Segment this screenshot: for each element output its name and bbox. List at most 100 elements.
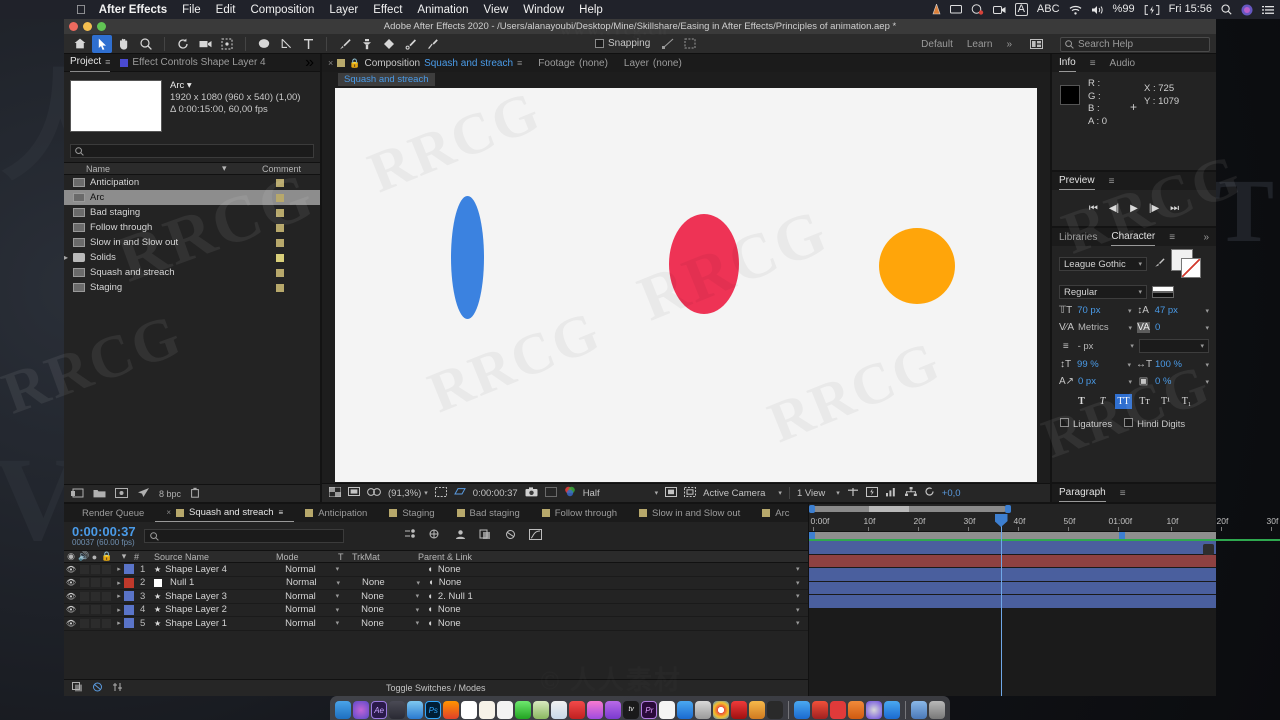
- pen-tool-icon[interactable]: [276, 35, 296, 53]
- zoom-tool-icon[interactable]: [136, 35, 156, 53]
- tab-render-queue[interactable]: Render Queue: [71, 508, 155, 519]
- layer-trkmat-dropdown[interactable]: None ▾: [361, 618, 427, 629]
- ligatures-checkbox[interactable]: Ligatures: [1060, 418, 1112, 430]
- pickwhip-icon[interactable]: ◖: [427, 604, 433, 615]
- character-panel-more-chevron[interactable]: »: [1203, 232, 1209, 243]
- close-icon[interactable]: ×: [328, 58, 333, 68]
- layer-label-color[interactable]: [124, 577, 134, 588]
- news-icon[interactable]: [569, 701, 586, 719]
- tab-preview[interactable]: Preview: [1059, 172, 1095, 190]
- tsume-field[interactable]: 0 % ▾: [1155, 376, 1209, 387]
- downloads-folder-icon[interactable]: [910, 701, 927, 719]
- lock-icon[interactable]: 🔒: [349, 58, 360, 69]
- viewer-timecode[interactable]: 0:00:00:37: [473, 488, 518, 499]
- transparency-icon[interactable]: [684, 486, 697, 500]
- subscript-icon[interactable]: T₁: [1178, 394, 1195, 409]
- fill-stroke-swatches[interactable]: [1171, 249, 1205, 279]
- timeline-ruler[interactable]: 0:00f 10f 20f 30f 40f 50f 01:00f 10f 20f…: [808, 514, 1278, 532]
- layer-label-color[interactable]: [124, 604, 134, 615]
- tab-follow-through[interactable]: Follow through: [531, 508, 628, 519]
- vertical-scale-field[interactable]: 99 % ▾: [1077, 359, 1131, 370]
- battery-charging-icon[interactable]: [1144, 4, 1160, 15]
- clone-stamp-tool-icon[interactable]: [357, 35, 377, 53]
- bit-depth-label[interactable]: 8 bpc: [159, 489, 181, 499]
- trash-icon[interactable]: [928, 701, 945, 719]
- eye-icon[interactable]: 👁: [64, 565, 78, 574]
- eye-icon[interactable]: 👁: [64, 592, 78, 601]
- list-item[interactable]: ▸ Solids: [64, 250, 320, 265]
- stroke-color-swatch[interactable]: [1181, 258, 1201, 278]
- column-t[interactable]: T: [338, 552, 352, 562]
- close-icon[interactable]: ×: [166, 508, 171, 517]
- font-family-dropdown[interactable]: League Gothic ▾: [1059, 257, 1147, 271]
- tab-libraries[interactable]: Libraries: [1059, 232, 1097, 243]
- telegram2-icon[interactable]: [884, 701, 901, 719]
- views-dropdown[interactable]: 1 View ▾: [797, 488, 840, 499]
- panel-menu-icon[interactable]: ≡: [1120, 488, 1126, 499]
- layer-label-color[interactable]: [124, 618, 134, 629]
- tab-slow-in-slow-out[interactable]: Slow in and Slow out: [628, 508, 751, 519]
- opera-icon[interactable]: [731, 701, 748, 719]
- snapping-checkbox[interactable]: [595, 39, 604, 48]
- layer-trkmat-dropdown[interactable]: None ▾: [361, 591, 427, 602]
- whatsapp-icon[interactable]: [812, 701, 829, 719]
- breadcrumb-item[interactable]: Squash and streach: [338, 72, 435, 86]
- layer-parent-dropdown[interactable]: ◖ None ▾: [427, 618, 807, 629]
- timeline-search-input[interactable]: [143, 529, 344, 543]
- maps-icon[interactable]: [533, 701, 550, 719]
- list-item[interactable]: Anticipation: [64, 175, 320, 190]
- row-switch-cells[interactable]: [78, 578, 114, 588]
- layer-name[interactable]: Shape Layer 1: [165, 618, 285, 629]
- camera-tool-icon[interactable]: [195, 35, 215, 53]
- snapping-toggle[interactable]: Snapping: [595, 38, 650, 49]
- red-ellipse-shape[interactable]: [669, 213, 739, 314]
- tab-effect-controls[interactable]: Effect Controls Shape Layer 4: [120, 57, 266, 68]
- list-item[interactable]: Staging: [64, 280, 320, 295]
- expand-arr-icon[interactable]: ▸: [114, 606, 124, 614]
- tab-info[interactable]: Info: [1059, 54, 1076, 72]
- reminders-icon[interactable]: [497, 701, 514, 719]
- list-item[interactable]: Slow in and Slow out: [64, 235, 320, 250]
- table-row[interactable]: 👁 ▸ 4 ★ Shape Layer 2 Normal ▾ None ▾ ◖ …: [64, 604, 808, 617]
- label-color-tag[interactable]: [276, 268, 284, 277]
- label-color-tag[interactable]: [276, 178, 284, 187]
- premiere-pro-icon[interactable]: Pr: [641, 701, 658, 719]
- menu-item-edit[interactable]: Edit: [216, 4, 236, 16]
- blue-ellipse-shape[interactable]: [451, 195, 484, 319]
- safari-icon[interactable]: [407, 701, 424, 719]
- tab-arc[interactable]: Arc: [751, 508, 800, 519]
- tab-audio[interactable]: Audio: [1110, 58, 1136, 69]
- label-color-tag[interactable]: [276, 208, 284, 217]
- layer-name[interactable]: Shape Layer 2: [165, 604, 285, 615]
- wifi-icon[interactable]: [1069, 5, 1082, 15]
- fast-previews-icon[interactable]: [865, 486, 878, 500]
- scrollbar-right-handle[interactable]: [1004, 505, 1011, 513]
- project-search-input[interactable]: [70, 144, 314, 158]
- eye-icon[interactable]: 👁: [64, 605, 78, 614]
- itunes-icon[interactable]: [587, 701, 604, 719]
- play-icon[interactable]: ▶: [1130, 203, 1138, 214]
- small-caps-icon[interactable]: Tᴛ: [1136, 394, 1153, 409]
- work-area-start-handle[interactable]: [808, 532, 815, 539]
- menu-item-effect[interactable]: Effect: [373, 4, 402, 16]
- toggle-transparency-grid-icon[interactable]: [328, 486, 342, 500]
- layer-parent-dropdown[interactable]: ◖ None ▾: [427, 604, 807, 615]
- label-color-tag[interactable]: [276, 283, 284, 292]
- menu-item-animation[interactable]: Animation: [417, 4, 468, 16]
- font-style-dropdown[interactable]: Regular ▾: [1059, 285, 1147, 299]
- layer-name[interactable]: Null 1: [166, 577, 286, 588]
- brush-tool-icon[interactable]: [335, 35, 355, 53]
- messages-icon[interactable]: [515, 701, 532, 719]
- xcode-icon[interactable]: [389, 701, 406, 719]
- workspace-more-chevron[interactable]: »: [1006, 39, 1012, 50]
- search-help-input[interactable]: Search Help: [1060, 36, 1210, 52]
- list-item[interactable]: Bad staging: [64, 205, 320, 220]
- layer-parent-dropdown[interactable]: ◖ None ▾: [428, 577, 808, 588]
- panel-menu-icon[interactable]: ≡: [279, 508, 284, 517]
- shape-tool-icon[interactable]: [254, 35, 274, 53]
- panel-menu-icon[interactable]: ≡: [1109, 176, 1115, 187]
- photos-icon[interactable]: [551, 701, 568, 719]
- layer-trkmat-dropdown[interactable]: None ▾: [362, 577, 428, 588]
- delete-icon[interactable]: [190, 487, 200, 500]
- list-item[interactable]: Follow through: [64, 220, 320, 235]
